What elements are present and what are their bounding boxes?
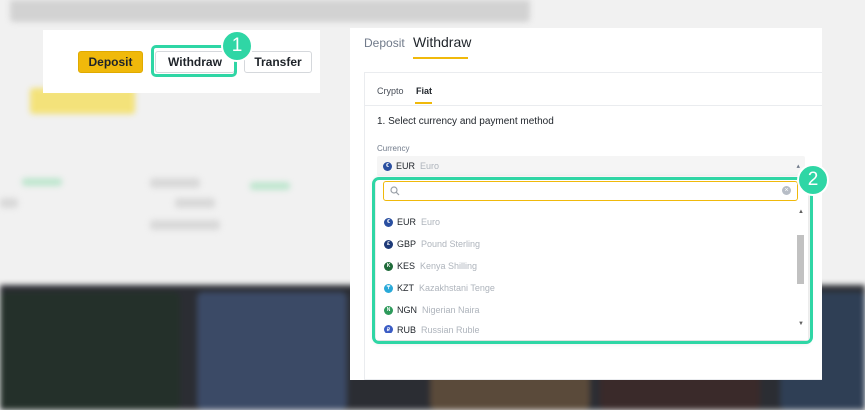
transfer-button[interactable]: Transfer [244,51,312,73]
step-badge-1: 1 [221,30,253,62]
subtab-underline [415,102,432,104]
currency-label: Currency [377,144,410,153]
section-title: 1. Select currency and payment method [377,116,554,127]
tab-withdraw[interactable]: Withdraw [413,34,471,50]
selected-name: Euro [420,161,440,171]
selected-code: EUR [396,161,416,171]
deposit-button[interactable]: Deposit [78,51,143,73]
euro-coin-icon: € [383,161,392,171]
tab-underline [413,57,468,59]
divider [365,105,822,106]
subtab-fiat[interactable]: Fiat [416,86,432,96]
currency-select[interactable]: € EUR Euro ▴ [377,156,805,176]
subtab-crypto[interactable]: Crypto [377,86,404,96]
step-badge-2: 2 [797,164,829,196]
dropdown-highlight [372,177,813,344]
tab-deposit[interactable]: Deposit [364,36,405,50]
chevron-up-icon: ▴ [796,163,800,170]
